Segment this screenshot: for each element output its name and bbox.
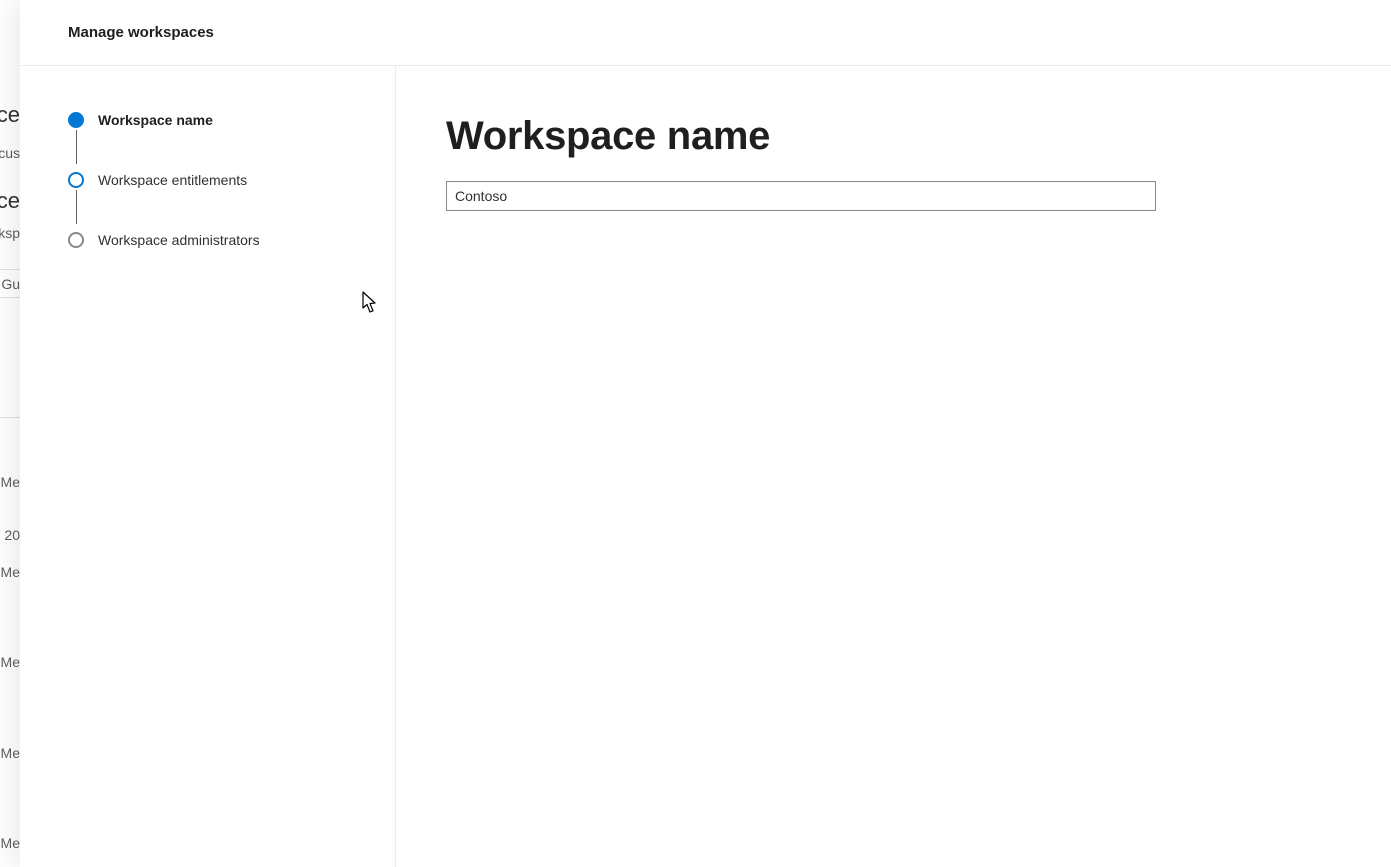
bg-fragment: cus: [0, 145, 20, 161]
bg-fragment: rksp: [0, 225, 20, 241]
wizard-stepper: Workspace name Workspace entitlements Wo…: [20, 66, 396, 867]
bg-divider: [0, 417, 20, 418]
step-connector: [76, 130, 77, 164]
step-workspace-administrators[interactable]: Workspace administrators: [68, 228, 395, 252]
background-obscured-panel: ce cus ce rksp Gu Me 20 Me Me Me Me: [0, 0, 20, 867]
bg-fragment: Me: [1, 474, 20, 490]
bg-divider: [0, 269, 20, 270]
bg-fragment: Me: [1, 835, 20, 851]
step-workspace-entitlements[interactable]: Workspace entitlements: [68, 168, 395, 192]
bg-fragment: Gu: [1, 276, 20, 292]
workspace-name-input[interactable]: [446, 181, 1156, 211]
step-label: Workspace entitlements: [98, 172, 247, 188]
step-label: Workspace name: [98, 112, 213, 128]
bg-divider: [0, 297, 20, 298]
step-indicator-active-icon: [68, 112, 84, 128]
step-indicator-inactive-icon: [68, 232, 84, 248]
panel-title: Manage workspaces: [68, 24, 214, 41]
bg-fragment: Me: [1, 564, 20, 580]
panel-header: Manage workspaces: [20, 0, 1391, 66]
wizard-content: Workspace name: [396, 66, 1391, 867]
bg-fragment: ce: [0, 188, 20, 214]
step-connector: [76, 190, 77, 224]
panel-body: Workspace name Workspace entitlements Wo…: [20, 66, 1391, 867]
bg-fragment: 20: [4, 527, 20, 543]
manage-workspaces-panel: Manage workspaces Workspace name Workspa…: [20, 0, 1391, 867]
step-label: Workspace administrators: [98, 232, 260, 248]
bg-fragment: ce: [0, 102, 20, 128]
bg-fragment: Me: [1, 654, 20, 670]
content-heading: Workspace name: [446, 114, 1341, 159]
bg-fragment: Me: [1, 745, 20, 761]
step-workspace-name[interactable]: Workspace name: [68, 108, 395, 132]
step-indicator-next-icon: [68, 172, 84, 188]
